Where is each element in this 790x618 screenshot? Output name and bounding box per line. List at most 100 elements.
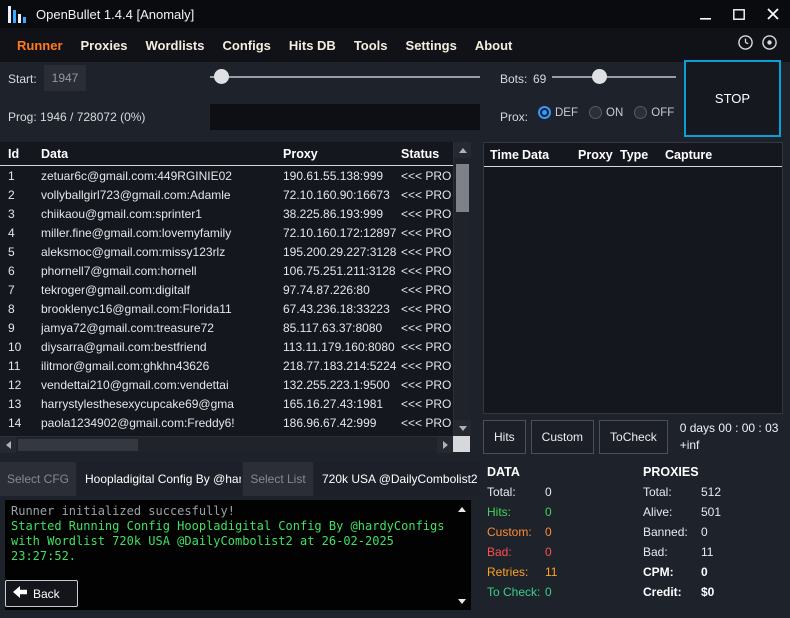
column-header-proxy[interactable]: Proxy — [283, 147, 401, 161]
cell-data: vendettai210@gmail.com:vendettai — [41, 378, 229, 392]
cell-data: zetuar6c@gmail.com:449RGINIE02 — [41, 169, 232, 183]
table-row[interactable]: 3 chiikaou@gmail.com:sprinter1 38.225.86.1… — [8, 205, 452, 224]
stop-button[interactable]: STOP — [684, 60, 781, 137]
table-row[interactable]: 5 aleksmoc@gmail.com:missy123rlz 195.200.2… — [8, 243, 452, 262]
stats-title: PROXIES — [643, 465, 699, 479]
menu-item-configs[interactable]: Configs — [213, 32, 279, 59]
menu-item-about[interactable]: About — [466, 32, 522, 59]
horizontal-scrollbar[interactable] — [0, 436, 453, 453]
table-row[interactable]: 14 paola1234902@gmail.com:Freddy6! 186.96.… — [8, 414, 452, 433]
cell-status: <<< PRO — [401, 416, 452, 430]
menu-item-hits-db[interactable]: Hits DB — [280, 32, 345, 59]
results-table: Time Data Proxy Type Capture — [483, 142, 783, 414]
scrollbar-thumb[interactable] — [456, 164, 469, 212]
cell-id: 12 — [8, 378, 22, 392]
cell-data: phornell7@gmail.com:hornell — [41, 264, 197, 278]
cell-proxy: 186.96.67.42:999 — [283, 416, 377, 430]
bots-value: 69 — [533, 72, 547, 86]
data-table-body: 1 zetuar6c@gmail.com:449RGINIE02 190.61.55… — [0, 167, 452, 436]
prox-radio-off[interactable]: OFF — [634, 106, 674, 119]
column-header-time[interactable]: Time — [490, 148, 522, 162]
scrollbar-thumb[interactable] — [18, 439, 138, 451]
timer: 0 days 00 : 00 : 03 +inf — [680, 420, 779, 454]
cell-data: chiikaou@gmail.com:sprinter1 — [41, 207, 202, 221]
cell-id: 14 — [8, 416, 22, 430]
table-row[interactable]: 4 miller.fine@gmail.com:lovemyfamily 72.10… — [8, 224, 452, 243]
vertical-scrollbar[interactable] — [453, 142, 471, 436]
start-slider[interactable] — [210, 66, 480, 88]
cell-data: diysarra@gmail.com:bestfriend — [41, 340, 207, 354]
cell-status: <<< PRO — [401, 397, 452, 411]
start-label: Start: — [8, 72, 37, 86]
log-line: Runner initialized succesfully! — [11, 504, 235, 518]
column-header-status[interactable]: Status — [401, 147, 453, 161]
column-header-type[interactable]: Type — [620, 148, 665, 162]
log-scroll-up-icon[interactable] — [456, 504, 468, 514]
maximize-icon[interactable] — [722, 0, 756, 28]
cell-proxy: 165.16.27.43:1981 — [283, 397, 384, 411]
custom-tab[interactable]: Custom — [530, 420, 595, 454]
radio-icon — [538, 106, 551, 119]
table-row[interactable]: 1 zetuar6c@gmail.com:449RGINIE02 190.61.55… — [8, 167, 452, 186]
table-row[interactable]: 11 ilitmor@gmail.com:ghkhn43626 218.77.183… — [8, 357, 452, 376]
table-row[interactable]: 2 vollyballgirl723@gmail.com:Adamle 72.10.… — [8, 186, 452, 205]
menu-items: Runner Proxies Wordlists Configs Hits DB Tool… — [8, 32, 521, 59]
column-header-capture[interactable]: Capture — [665, 148, 782, 162]
scroll-right-icon[interactable] — [437, 437, 453, 453]
table-row[interactable]: 9 jamya72@gmail.com:treasure72 85.117.63.3… — [8, 319, 452, 338]
camera-icon[interactable] — [761, 34, 778, 56]
data-table-header: Id Data Proxy Status — [0, 142, 470, 166]
radio-icon — [634, 106, 648, 119]
cell-id: 3 — [8, 207, 15, 221]
back-label: Back — [33, 586, 60, 601]
cell-proxy: 190.61.55.138:999 — [283, 169, 384, 183]
menu-item-proxies[interactable]: Proxies — [72, 32, 137, 59]
tocheck-tab[interactable]: ToCheck — [599, 420, 668, 454]
column-header-id[interactable]: Id — [8, 147, 41, 161]
radio-label: OFF — [651, 106, 675, 119]
menu-item-runner[interactable]: Runner — [8, 32, 72, 59]
clock-icon[interactable] — [737, 34, 754, 56]
table-row[interactable]: 13 harrystylesthesexycupcake69@gma 165.16.… — [8, 395, 452, 414]
slider-thumb[interactable] — [214, 69, 229, 84]
column-header-data[interactable]: Data — [522, 148, 578, 162]
menu-item-wordlists[interactable]: Wordlists — [136, 32, 213, 59]
cell-proxy: 85.117.63.37:8080 — [283, 321, 383, 335]
log-line: Started Running Config Hoopladigital Con… — [11, 519, 445, 563]
cell-id: 10 — [8, 340, 22, 354]
table-row[interactable]: 7 tekroger@gmail.com:digitalf 97.74.87.226… — [8, 281, 452, 300]
hits-tab[interactable]: Hits — [483, 420, 526, 454]
start-input[interactable]: 1947 — [44, 65, 86, 91]
menu-item-tools[interactable]: Tools — [345, 32, 397, 59]
cell-data: miller.fine@gmail.com:lovemyfamily — [41, 226, 232, 240]
select-cfg-button[interactable]: Select CFG — [0, 462, 76, 496]
bots-slider[interactable] — [552, 66, 676, 88]
back-button[interactable]: Back — [5, 580, 78, 607]
cell-id: 6 — [8, 264, 15, 278]
column-header-proxy[interactable]: Proxy — [578, 148, 620, 162]
eta: +inf — [679, 438, 700, 452]
column-header-data[interactable]: Data — [41, 147, 283, 161]
slider-thumb[interactable] — [592, 69, 607, 84]
scroll-left-icon[interactable] — [0, 437, 16, 453]
stat-total: Total: 512 — [643, 485, 722, 499]
menu-item-settings[interactable]: Settings — [397, 32, 466, 59]
cell-id: 9 — [8, 321, 15, 335]
stat-banned: Banned: 0 — [643, 525, 708, 539]
prox-radio-on[interactable]: ON — [589, 106, 623, 119]
cell-status: <<< PRO — [401, 226, 452, 240]
cell-id: 5 — [8, 245, 15, 259]
minimize-icon[interactable] — [688, 0, 722, 28]
table-row[interactable]: 8 brooklenyc16@gmail.com:Florida11 67.43.2… — [8, 300, 452, 319]
prox-radio-def[interactable]: DEF — [538, 106, 578, 119]
scroll-up-icon[interactable] — [454, 142, 471, 158]
scroll-down-icon[interactable] — [454, 420, 471, 436]
progress-bar — [210, 104, 480, 130]
table-row[interactable]: 10 diysarra@gmail.com:bestfriend 113.11.17… — [8, 338, 452, 357]
close-icon[interactable] — [756, 0, 790, 28]
table-row[interactable]: 12 vendettai210@gmail.com:vendettai 132.25… — [8, 376, 452, 395]
table-row[interactable]: 6 phornell7@gmail.com:hornell 106.75.251.2… — [8, 262, 452, 281]
cell-status: <<< PRO — [401, 264, 452, 278]
select-list-button[interactable]: Select List — [243, 462, 313, 496]
log-scroll-down-icon[interactable] — [456, 596, 468, 606]
